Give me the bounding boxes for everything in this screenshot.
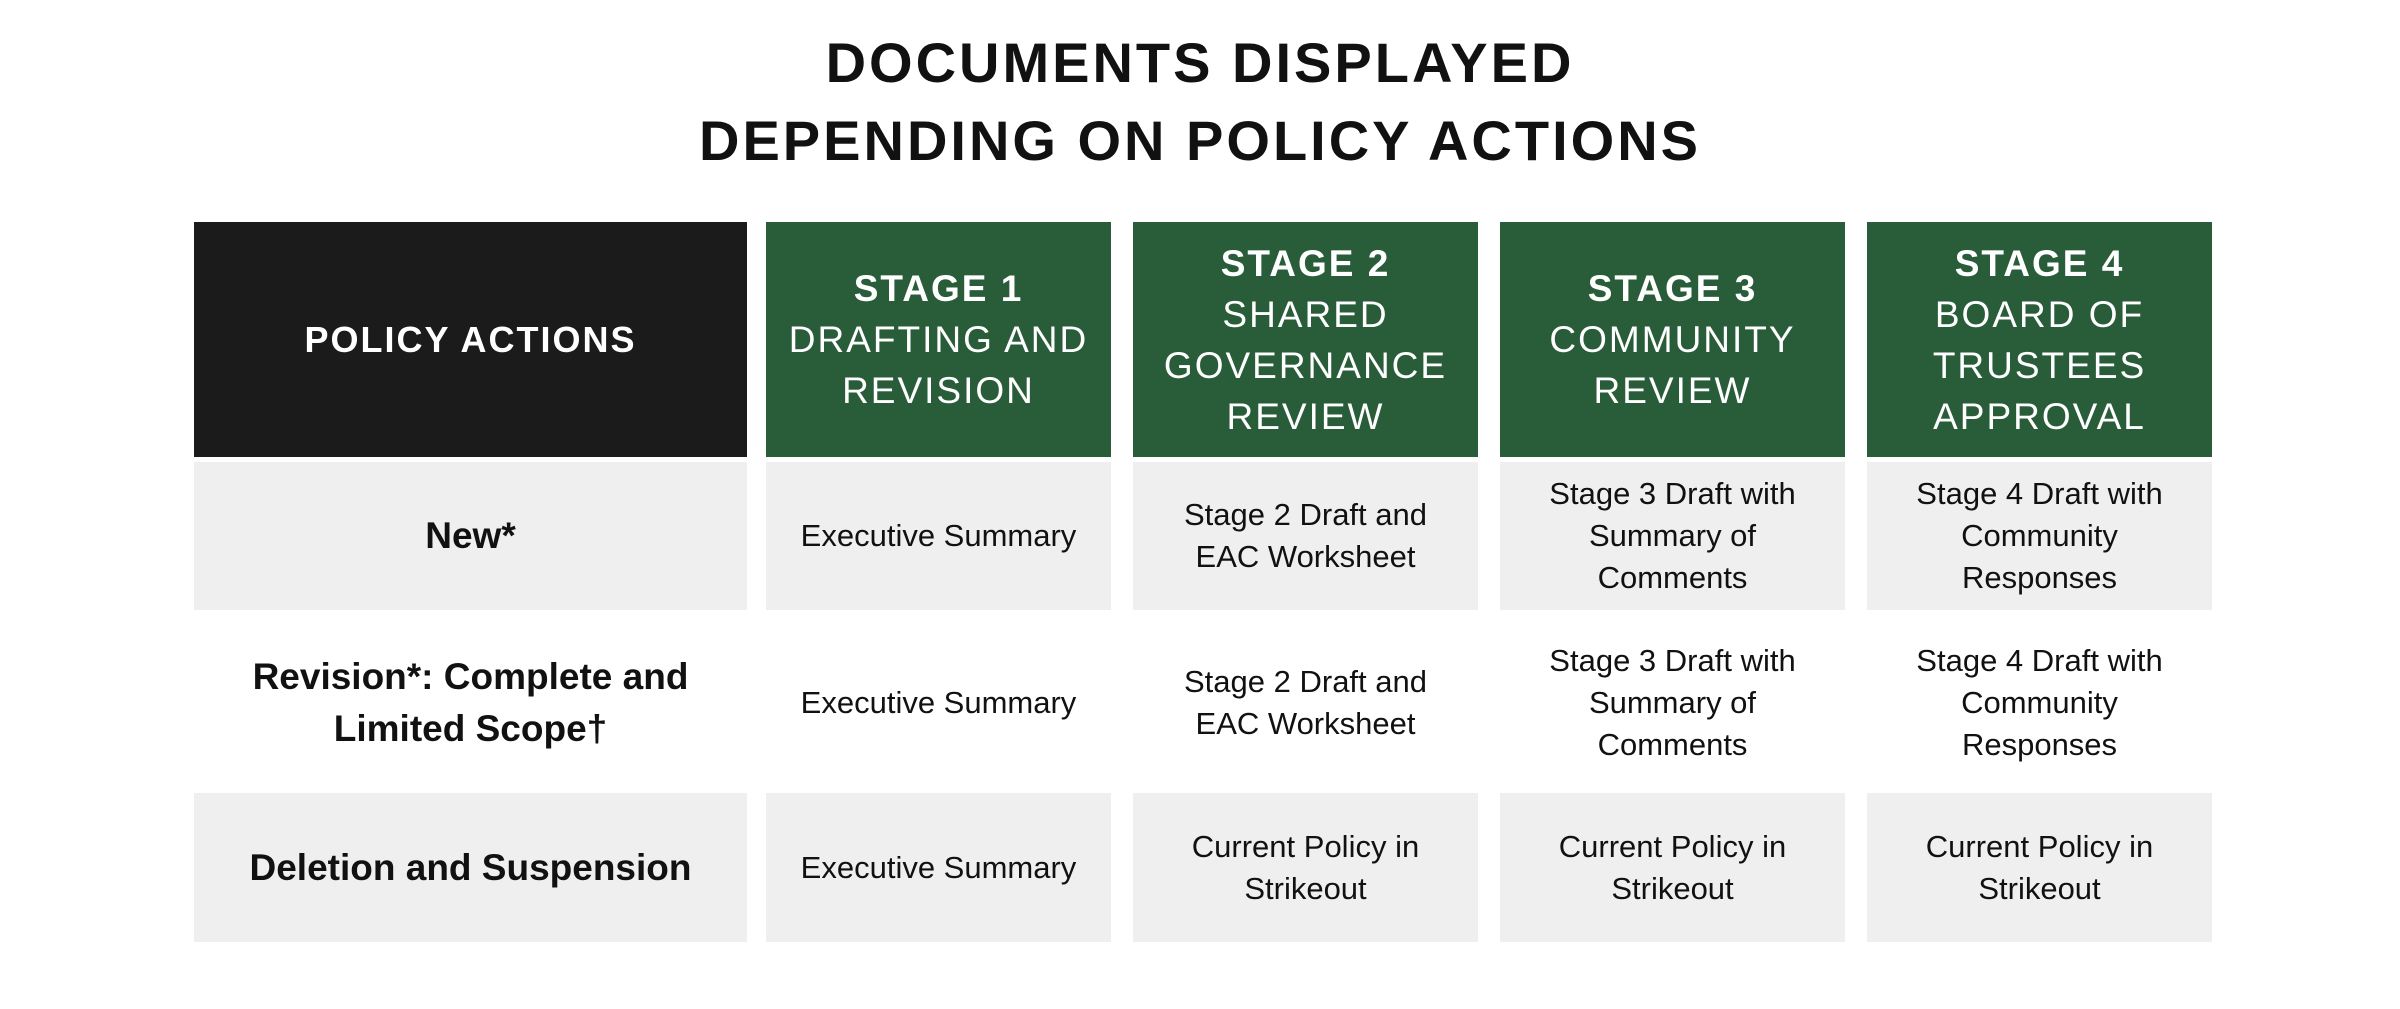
- row-label-deletion-suspension: Deletion and Suspension: [194, 793, 747, 942]
- cell-line: Comments: [1597, 726, 1748, 762]
- cell-line: Executive Summary: [800, 849, 1077, 885]
- cell-line: Stage 2 Draft and: [1184, 663, 1427, 699]
- cell-line: Current Policy in: [1925, 828, 2154, 864]
- table-cell: Executive Summary: [766, 627, 1111, 778]
- table-cell: Current Policy in Strikeout: [1867, 793, 2212, 942]
- header-stage-1: STAGE 1 DRAFTING AND REVISION: [766, 222, 1111, 457]
- row-label-new: New*: [194, 462, 747, 610]
- stage-3-name-line: COMMUNITY: [1549, 319, 1796, 360]
- page-title-line-2: DEPENDING ON POLICY ACTIONS: [699, 109, 1701, 172]
- cell-line: Current Policy in: [1191, 828, 1420, 864]
- header-stage-2: STAGE 2 SHARED GOVERNANCE REVIEW: [1133, 222, 1478, 457]
- cell-line: EAC Worksheet: [1195, 539, 1416, 574]
- cell-line: Stage 4 Draft with: [1916, 642, 2163, 678]
- cell-line: Strikeout: [1244, 870, 1367, 906]
- stage-2-name-line: REVIEW: [1226, 395, 1385, 437]
- cell-line: Executive Summary: [800, 684, 1077, 720]
- stage-2-name-line: GOVERNANCE: [1163, 344, 1448, 386]
- header-stage-4: STAGE 4 BOARD OF TRUSTEES APPROVAL: [1867, 222, 2212, 457]
- stage-4-name-line: BOARD OF: [1934, 293, 2145, 335]
- stage-2-name-line: SHARED: [1222, 293, 1389, 335]
- table-cell: Executive Summary: [766, 793, 1111, 942]
- header-policy-actions: POLICY ACTIONS: [194, 222, 747, 457]
- table-cell: Executive Summary: [766, 462, 1111, 610]
- row-label-line: Revision*: Complete and: [252, 655, 689, 697]
- cell-line: EAC Worksheet: [1195, 705, 1416, 741]
- cell-line: Executive Summary: [800, 518, 1077, 553]
- cell-line: Community: [1961, 684, 2118, 720]
- table-cell: Current Policy in Strikeout: [1133, 793, 1478, 942]
- table-cell: Current Policy in Strikeout: [1500, 793, 1845, 942]
- cell-line: Responses: [1961, 560, 2118, 595]
- table-cell: Stage 3 Draft with Summary of Comments: [1500, 462, 1845, 610]
- cell-line: Responses: [1961, 726, 2118, 762]
- stage-1-name-line: REVISION: [842, 370, 1035, 411]
- table-cell: Stage 4 Draft with Community Responses: [1867, 462, 2212, 610]
- row-label-line: New*: [425, 515, 516, 556]
- cell-line: Stage 2 Draft and: [1184, 497, 1427, 532]
- table-cell: Stage 4 Draft with Community Responses: [1867, 627, 2212, 778]
- stage-3-label: STAGE 3: [1587, 268, 1758, 309]
- row-label-line: Limited Scope†: [333, 707, 608, 749]
- row-label-revision: Revision*: Complete and Limited Scope†: [194, 627, 747, 778]
- cell-line: Comments: [1597, 560, 1748, 595]
- stage-2-label: STAGE 2: [1220, 242, 1391, 284]
- table-cell: Stage 2 Draft and EAC Worksheet: [1133, 627, 1478, 778]
- cell-line: Stage 3 Draft with: [1549, 476, 1796, 511]
- page-title-line-1: DOCUMENTS DISPLAYED: [825, 31, 1575, 94]
- cell-line: Current Policy in: [1558, 828, 1787, 864]
- cell-line: Strikeout: [1611, 870, 1734, 906]
- stage-4-label: STAGE 4: [1954, 242, 2125, 284]
- cell-line: Strikeout: [1978, 870, 2101, 906]
- cell-line: Stage 3 Draft with: [1549, 642, 1796, 678]
- row-label-line: Deletion and Suspension: [249, 846, 692, 888]
- table-cell: Stage 2 Draft and EAC Worksheet: [1133, 462, 1478, 610]
- table-cell: Stage 3 Draft with Summary of Comments: [1500, 627, 1845, 778]
- stage-4-name-line: APPROVAL: [1933, 395, 2146, 437]
- stage-1-label: STAGE 1: [853, 268, 1024, 309]
- cell-line: Community: [1961, 518, 2118, 553]
- header-stage-3: STAGE 3 COMMUNITY REVIEW: [1500, 222, 1845, 457]
- stage-4-name-line: TRUSTEES: [1932, 344, 2147, 386]
- cell-line: Summary of: [1588, 684, 1757, 720]
- cell-line: Stage 4 Draft with: [1916, 476, 2163, 511]
- stage-1-name-line: DRAFTING AND: [788, 319, 1089, 360]
- stage-3-name-line: REVIEW: [1593, 370, 1752, 411]
- cell-line: Summary of: [1588, 518, 1757, 553]
